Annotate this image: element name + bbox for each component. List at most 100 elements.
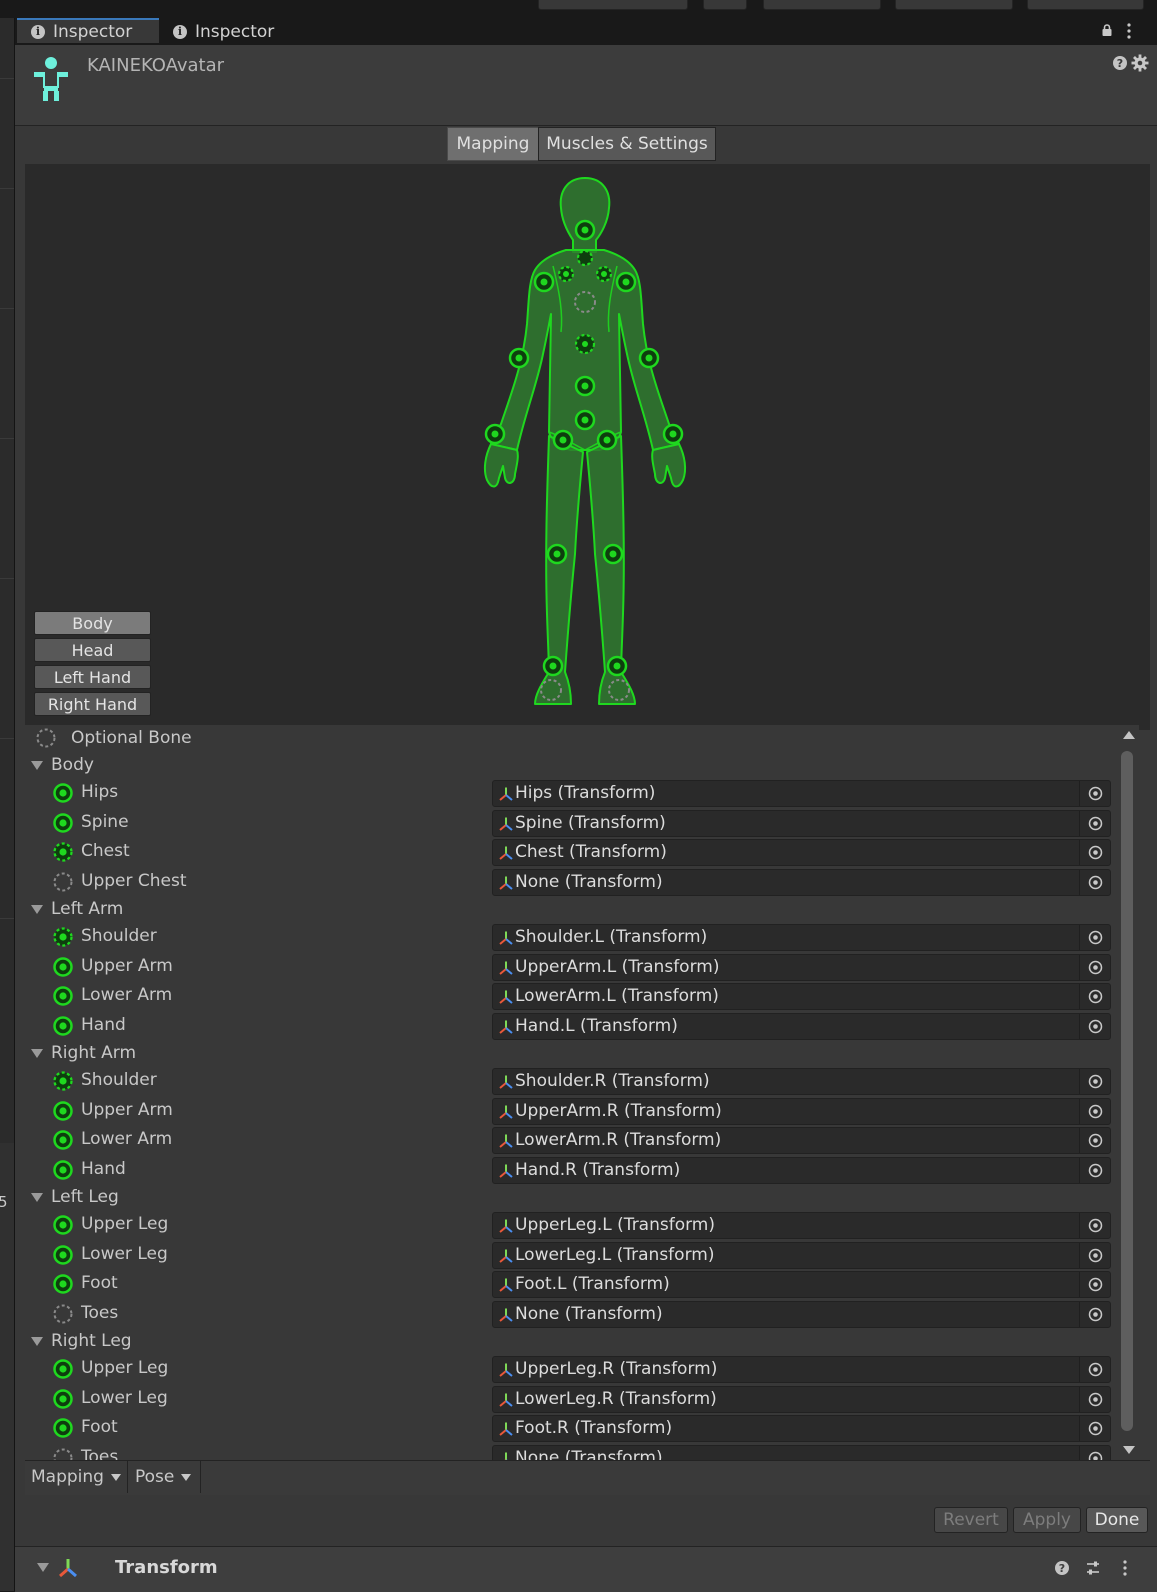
done-button[interactable]: Done: [1086, 1507, 1148, 1533]
transform-object-field[interactable]: Shoulder.R (Transform): [492, 1068, 1111, 1095]
object-picker-icon[interactable]: [1088, 1307, 1103, 1322]
transform-object-field[interactable]: Spine (Transform): [492, 809, 1111, 837]
transform-object-field[interactable]: Foot.L (Transform): [492, 1271, 1111, 1298]
bone-row: Upper Leg UpperLeg.L (Transform): [25, 1211, 1117, 1239]
object-picker-icon[interactable]: [1088, 1104, 1103, 1119]
object-picker-icon[interactable]: [1088, 930, 1103, 945]
object-picker-icon[interactable]: [1088, 1451, 1103, 1461]
tab-muscles-settings[interactable]: Muscles & Settings: [538, 127, 716, 161]
help-icon[interactable]: ?: [1055, 1561, 1069, 1575]
bone-group-header[interactable]: Right Leg: [25, 1329, 132, 1353]
transform-object-field[interactable]: Hips (Transform): [492, 780, 1111, 807]
kebab-menu-icon[interactable]: [1127, 22, 1131, 40]
toolbar-cloud-button[interactable]: [703, 0, 747, 10]
scroll-down-arrow-icon[interactable]: [1123, 1446, 1135, 1454]
object-picker-icon[interactable]: [1088, 845, 1103, 860]
transform-object-field[interactable]: Hand.L (Transform): [492, 1012, 1111, 1040]
object-picker-icon[interactable]: [1088, 1392, 1103, 1407]
transform-object-field[interactable]: None (Transform): [492, 1444, 1111, 1461]
bone-group-header[interactable]: Right Arm: [25, 1041, 136, 1065]
mapped-bone-icon: [53, 783, 73, 803]
mapped-bone-icon: [53, 1100, 73, 1121]
tab-label: Inspector: [53, 21, 133, 42]
transform-object-field[interactable]: LowerArm.R (Transform): [492, 1127, 1111, 1154]
bone-row: Lower Arm LowerArm.L (Transform): [25, 982, 1117, 1010]
object-picker-icon[interactable]: [1088, 1248, 1103, 1263]
object-picker-icon[interactable]: [1088, 960, 1103, 975]
toolbar-layout-dropdown[interactable]: [1027, 0, 1144, 10]
body-part-left-hand-button[interactable]: Left Hand: [34, 665, 151, 689]
mapping-dropdown[interactable]: Mapping: [25, 1461, 128, 1493]
apply-button[interactable]: Apply: [1013, 1507, 1081, 1533]
object-picker-icon[interactable]: [1088, 1362, 1103, 1377]
object-picker-icon[interactable]: [1088, 1133, 1103, 1148]
mapping-dropdown-label: Mapping: [31, 1467, 104, 1487]
foldout-arrow-icon[interactable]: [31, 1192, 43, 1202]
transform-object-field[interactable]: Chest (Transform): [492, 839, 1111, 866]
object-picker-icon[interactable]: [1088, 1421, 1103, 1436]
transform-object-field[interactable]: UpperArm.L (Transform): [492, 953, 1111, 981]
object-picker-icon[interactable]: [1088, 1277, 1103, 1292]
transform-object-field[interactable]: UpperArm.R (Transform): [492, 1097, 1111, 1125]
foldout-arrow-icon[interactable]: [31, 760, 43, 770]
transform-object-field[interactable]: Foot.R (Transform): [492, 1415, 1111, 1442]
foldout-arrow-icon[interactable]: [31, 1048, 43, 1058]
transform-object-field[interactable]: LowerLeg.L (Transform): [492, 1241, 1111, 1269]
revert-button[interactable]: Revert: [934, 1507, 1008, 1533]
mapped-bone-icon: [53, 1244, 73, 1265]
object-picker-icon[interactable]: [1088, 989, 1103, 1004]
transform-object-field[interactable]: None (Transform): [492, 868, 1111, 896]
help-icon[interactable]: ?: [1113, 56, 1127, 70]
object-picker-icon[interactable]: [1088, 816, 1103, 831]
tab-inspector-2[interactable]: i Inspector: [173, 18, 313, 45]
kebab-menu-icon[interactable]: [1123, 1559, 1127, 1577]
field-separator: [1079, 1357, 1080, 1382]
foldout-arrow-icon[interactable]: [37, 1563, 49, 1572]
transform-component-header[interactable]: Transform ?: [15, 1546, 1157, 1592]
transform-object-field[interactable]: Shoulder.L (Transform): [492, 924, 1111, 951]
pose-dropdown[interactable]: Pose: [129, 1461, 201, 1493]
transform-object-field[interactable]: UpperLeg.L (Transform): [492, 1212, 1111, 1239]
toolbar-search-field[interactable]: [538, 0, 688, 10]
transform-object-field[interactable]: LowerLeg.R (Transform): [492, 1385, 1111, 1413]
object-picker-icon[interactable]: [1088, 875, 1103, 890]
transform-object-field[interactable]: Hand.R (Transform): [492, 1156, 1111, 1184]
bone-row: Upper Arm UpperArm.L (Transform): [25, 953, 1117, 981]
bone-group-header[interactable]: Left Leg: [25, 1185, 119, 1209]
bone-label: Toes: [81, 1302, 119, 1323]
toolbar-account-dropdown[interactable]: [763, 0, 881, 10]
object-picker-icon[interactable]: [1088, 1218, 1103, 1233]
object-picker-icon[interactable]: [1088, 786, 1103, 801]
bone-group-header[interactable]: Body: [25, 753, 94, 777]
object-picker-icon[interactable]: [1088, 1019, 1103, 1034]
toolbar-layers-dropdown[interactable]: [895, 0, 1013, 10]
field-separator: [1079, 810, 1080, 836]
foldout-arrow-icon[interactable]: [31, 1336, 43, 1346]
gear-icon[interactable]: [1131, 54, 1149, 72]
bone-row: Chest Chest (Transform): [25, 838, 1117, 866]
scrollbar-thumb[interactable]: [1121, 751, 1133, 1431]
scroll-up-arrow-icon[interactable]: [1123, 731, 1135, 739]
transform-icon: [499, 1278, 513, 1292]
tab-mapping[interactable]: Mapping: [447, 127, 539, 161]
optional-mapped-bone-icon: [53, 927, 73, 947]
object-picker-icon[interactable]: [1088, 1163, 1103, 1178]
body-part-head-button[interactable]: Head: [34, 638, 151, 662]
transform-object-field[interactable]: LowerArm.L (Transform): [492, 983, 1111, 1010]
transform-object-field[interactable]: None (Transform): [492, 1300, 1111, 1328]
lock-icon[interactable]: [1102, 24, 1112, 36]
body-part-right-hand-button[interactable]: Right Hand: [34, 692, 151, 716]
bone-label: Hand: [81, 1158, 126, 1179]
transform-object-field[interactable]: UpperLeg.R (Transform): [492, 1356, 1111, 1383]
tab-inspector-1[interactable]: i Inspector: [17, 18, 159, 43]
object-picker-icon[interactable]: [1088, 1074, 1103, 1089]
transform-icon: [499, 990, 513, 1004]
field-separator: [1079, 1013, 1080, 1039]
body-part-body-button[interactable]: Body: [34, 611, 151, 635]
bone-group-header[interactable]: Left Arm: [25, 897, 123, 921]
bone-row: Foot Foot.R (Transform): [25, 1414, 1117, 1442]
bone-label: Toes: [81, 1446, 119, 1461]
bone-list-scrollbar[interactable]: [1117, 725, 1139, 1460]
foldout-arrow-icon[interactable]: [31, 904, 43, 914]
presets-icon[interactable]: [1085, 1560, 1101, 1576]
